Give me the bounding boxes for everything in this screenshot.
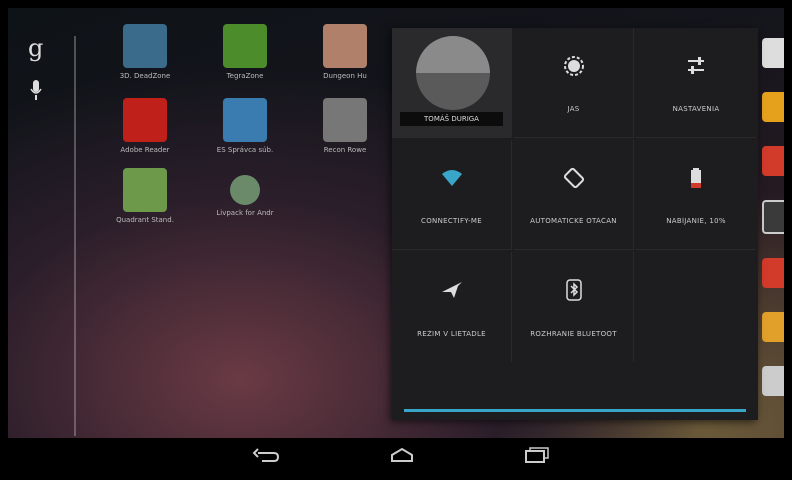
tile-label: NABÍJANIE, 10% (666, 217, 726, 225)
app-recon-rowe[interactable]: Recon Rowe (308, 98, 382, 154)
tile-label: AUTOMATICKÉ OTÁČAN (530, 217, 617, 225)
es-file-explorer-icon (223, 98, 267, 142)
divider (74, 36, 76, 436)
app-3d-deadzone[interactable]: 3D. DeadZone (108, 24, 182, 80)
app-icon-edge[interactable] (762, 92, 784, 122)
tile-label: CONNECTIFY-ME (421, 217, 482, 225)
app-label: 3D. DeadZone (119, 72, 171, 80)
app-tegrazone[interactable]: TegraZone (208, 24, 282, 80)
app-icon-edge[interactable] (762, 146, 784, 176)
app-label: ES Správca súb. (216, 146, 274, 154)
tile-label: REŽIM V LIETADLE (417, 330, 486, 338)
home-icon[interactable] (388, 445, 416, 465)
google-search-icon[interactable]: g (28, 34, 43, 62)
bluetooth-tile[interactable]: ROZHRANIE BLUETOOT (514, 252, 634, 362)
tile-label: ROZHRANIE BLUETOOT (530, 330, 617, 338)
partially-visible-apps (762, 38, 784, 420)
microphone-icon[interactable] (30, 80, 42, 102)
airplane-mode-tile[interactable]: REŽIM V LIETADLE (392, 252, 512, 362)
battery-icon (691, 168, 701, 188)
wifi-tile[interactable]: CONNECTIFY-ME (392, 140, 512, 250)
app-drawer-icon[interactable] (762, 200, 784, 234)
app-dungeon-hunter[interactable]: Dungeon Hu (308, 24, 382, 80)
tile-label: NASTAVENIA (672, 105, 720, 113)
app-label: Recon Rowe (323, 146, 367, 154)
settings-sliders-icon (688, 57, 704, 74)
app-icon-edge[interactable] (762, 366, 784, 396)
recent-apps-icon[interactable] (522, 445, 550, 465)
dungeon-hunter-icon (323, 24, 367, 68)
tile-label: JAS (567, 105, 580, 113)
google-plus-icon[interactable] (762, 258, 784, 288)
brightness-tile[interactable]: JAS (514, 28, 634, 138)
panel-bottom-bar (404, 409, 746, 412)
auto-rotate-tile[interactable]: AUTOMATICKÉ OTÁČAN (514, 140, 634, 250)
settings-tile[interactable]: NASTAVENIA (636, 28, 756, 138)
app-label: Dungeon Hu (323, 72, 367, 80)
livpack-icon (230, 175, 260, 205)
quadrant-icon (123, 168, 167, 212)
app-quadrant-standard[interactable]: Quadrant Stand. (108, 168, 182, 224)
bluetooth-icon (565, 279, 582, 301)
deadzone-icon (123, 24, 167, 68)
rotate-icon (563, 167, 584, 189)
brightness-icon (563, 56, 584, 76)
recon-icon (323, 98, 367, 142)
app-label: Quadrant Stand. (116, 216, 174, 224)
app-label: Adobe Reader (120, 146, 170, 154)
back-icon[interactable] (252, 445, 280, 465)
avatar (416, 36, 490, 110)
battery-tile[interactable]: NABÍJANIE, 10% (636, 140, 756, 250)
navigation-bar (8, 438, 784, 472)
app-es-file-explorer[interactable]: ES Správca súb. (208, 98, 282, 154)
app-label: TegraZone (226, 72, 264, 80)
app-label: Livpack for Andr (216, 209, 274, 217)
app-livpack[interactable]: Livpack for Andr (208, 168, 282, 217)
user-name: TOMÁŠ DURIGA (400, 112, 503, 126)
app-adobe-reader[interactable]: Adobe Reader (108, 98, 182, 154)
home-screen: g 3D. DeadZone TegraZone Dungeon Hu Adob… (8, 8, 784, 472)
tegrazone-icon (223, 24, 267, 68)
app-icon-edge[interactable] (762, 38, 784, 68)
user-tile[interactable]: TOMÁŠ DURIGA (392, 28, 512, 138)
quick-settings-panel: TOMÁŠ DURIGA JAS NASTAVENIA CONNECTIFY-M… (392, 28, 758, 420)
google-search-bar[interactable]: g (8, 8, 76, 438)
chrome-icon[interactable] (762, 312, 784, 342)
airplane-icon (441, 282, 462, 298)
wifi-icon (441, 170, 462, 186)
adobe-reader-icon (123, 98, 167, 142)
